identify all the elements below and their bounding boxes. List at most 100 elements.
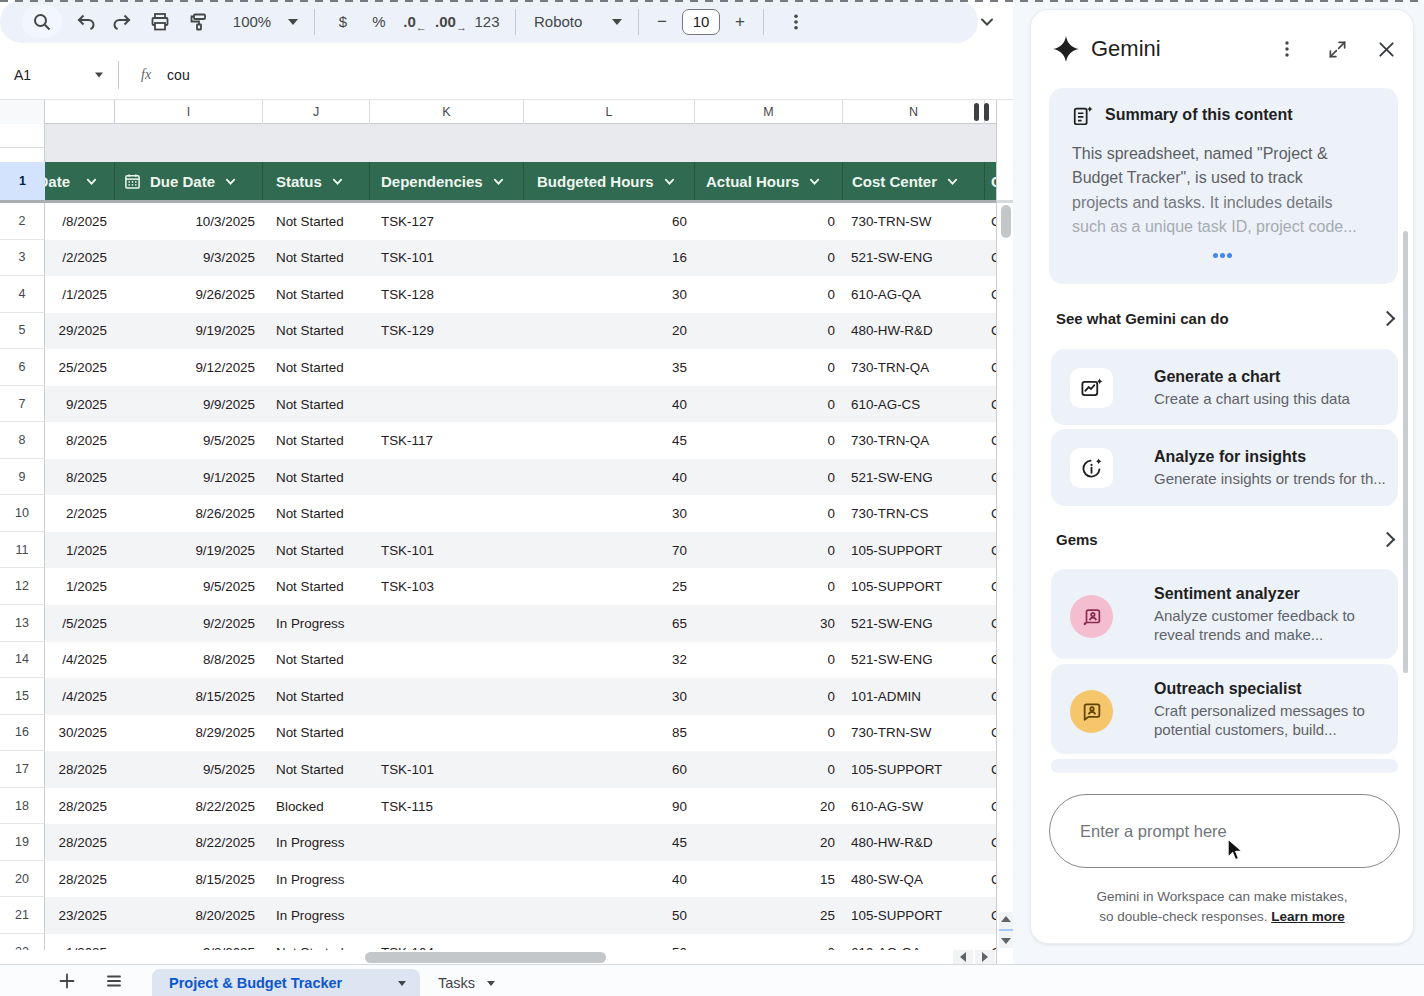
row-number[interactable]: 19 [0, 824, 45, 861]
cell-budgeted-hours[interactable]: 50 [524, 897, 695, 934]
cell-cost-center[interactable]: 480-HW-R&D [843, 824, 985, 861]
cell-status[interactable]: Not Started [263, 240, 370, 277]
cell-cost-center[interactable]: 610-AG-QA [843, 276, 985, 313]
cell-dependencies[interactable]: TSK-103 [370, 568, 524, 605]
cell-extra[interactable]: C [985, 422, 996, 459]
header-actual-hours[interactable]: Actual Hours [695, 162, 843, 200]
table-row[interactable]: 15 /4/2025 8/15/2025 Not Started 30 0 10… [0, 678, 996, 715]
cell-due-date[interactable]: 9/5/2025 [115, 422, 263, 459]
table-row[interactable]: 21 23/2025 8/20/2025 In Progress 50 25 1… [0, 897, 996, 934]
cell-start-date[interactable]: 28/2025 [45, 861, 115, 898]
cell-actual-hours[interactable]: 15 [695, 861, 843, 898]
cell-cost-center[interactable]: 730-TRN-SW [843, 715, 985, 752]
row-number[interactable]: 12 [0, 568, 45, 605]
cell-due-date[interactable]: 8/15/2025 [115, 861, 263, 898]
cell-extra[interactable]: C [985, 861, 996, 898]
cell-actual-hours[interactable]: 0 [695, 934, 843, 950]
expand-panel-icon[interactable] [1326, 38, 1348, 60]
row-number[interactable]: 14 [0, 642, 45, 679]
tab-project-budget-tracker[interactable]: Project & Budget Tracker [152, 969, 420, 996]
cell-budgeted-hours[interactable]: 45 [524, 824, 695, 861]
cell-dependencies[interactable] [370, 678, 524, 715]
cell-cost-center[interactable]: 521-SW-ENG [843, 605, 985, 642]
header-due-date[interactable]: Due Date [115, 162, 263, 200]
cell-budgeted-hours[interactable]: 20 [524, 313, 695, 350]
currency-format-button[interactable]: $ [325, 4, 361, 40]
header-status[interactable]: Status [263, 162, 370, 200]
increase-decimal-button[interactable]: .00→ [433, 4, 469, 40]
horizontal-scrollbar-thumb[interactable] [365, 952, 606, 963]
cell-cost-center[interactable]: 730-TRN-CS [843, 495, 985, 532]
table-row[interactable]: 14 /4/2025 8/8/2025 Not Started 32 0 521… [0, 642, 996, 679]
cell-dependencies[interactable]: TSK-129 [370, 313, 524, 350]
scroll-left-button[interactable] [953, 950, 973, 964]
vertical-scrollbar-thumb[interactable] [1001, 205, 1011, 238]
cell-budgeted-hours[interactable]: 40 [524, 861, 695, 898]
gems-row[interactable]: Gems [1056, 531, 1393, 548]
row-number[interactable]: 4 [0, 276, 45, 313]
panel-scrollbar-thumb[interactable] [1403, 231, 1408, 673]
cell-actual-hours[interactable]: 0 [695, 386, 843, 423]
cell-dependencies[interactable] [370, 861, 524, 898]
cell-start-date[interactable]: /4/2025 [45, 642, 115, 679]
font-size-input[interactable]: 10 [675, 4, 727, 40]
cell-status[interactable]: Not Started [263, 495, 370, 532]
tab-tasks[interactable]: Tasks [428, 969, 505, 996]
decrease-font-size-button[interactable]: − [649, 4, 675, 40]
cell-dependencies[interactable] [370, 642, 524, 679]
row-number[interactable]: 21 [0, 897, 45, 934]
more-options-icon[interactable] [784, 4, 808, 40]
row-number[interactable]: 3 [0, 240, 45, 277]
cell-extra[interactable]: C [985, 459, 996, 496]
row-number[interactable]: 8 [0, 422, 45, 459]
cell-actual-hours[interactable]: 0 [695, 240, 843, 277]
horizontal-scrollbar[interactable] [0, 950, 996, 964]
cell-budgeted-hours[interactable]: 70 [524, 532, 695, 569]
row-number[interactable]: 11 [0, 532, 45, 569]
cell-extra[interactable]: C [985, 349, 996, 386]
cell-budgeted-hours[interactable]: 16 [524, 240, 695, 277]
cell-extra[interactable]: C [985, 642, 996, 679]
cell-actual-hours[interactable]: 0 [695, 459, 843, 496]
cell-due-date[interactable]: 8/22/2025 [115, 788, 263, 825]
font-select[interactable]: Roboto [526, 4, 596, 40]
cell-start-date[interactable]: 28/2025 [45, 788, 115, 825]
row-number[interactable]: 16 [0, 715, 45, 752]
table-row[interactable]: 17 28/2025 9/5/2025 Not Started TSK-101 … [0, 751, 996, 788]
cell-actual-hours[interactable]: 0 [695, 313, 843, 350]
resize-bar-icon[interactable] [974, 103, 979, 121]
cell-start-date[interactable]: 30/2025 [45, 715, 115, 752]
table-row[interactable]: 6 25/2025 9/12/2025 Not Started 35 0 730… [0, 349, 996, 386]
cell-cost-center[interactable]: 610-AG-CS [843, 386, 985, 423]
cell-actual-hours[interactable]: 0 [695, 751, 843, 788]
cell-due-date[interactable]: 10/3/2025 [115, 203, 263, 240]
cell-start-date[interactable]: 25/2025 [45, 349, 115, 386]
cell-due-date[interactable]: 9/26/2025 [115, 276, 263, 313]
close-panel-icon[interactable] [1375, 38, 1397, 60]
table-row[interactable]: 5 29/2025 9/19/2025 Not Started TSK-129 … [0, 313, 996, 350]
table-row[interactable]: 22 1/2025 9/2/2025 Not Started TSK-104 5… [0, 934, 996, 950]
header-extra[interactable]: C [985, 162, 996, 200]
cell-extra[interactable]: C [985, 934, 996, 950]
undo-icon[interactable] [68, 4, 104, 40]
cell-dependencies[interactable]: TSK-128 [370, 276, 524, 313]
table-row[interactable]: 7 9/2025 9/9/2025 Not Started 40 0 610-A… [0, 386, 996, 423]
table-row[interactable]: 2 /8/2025 10/3/2025 Not Started TSK-127 … [0, 203, 996, 240]
header-budgeted-hours[interactable]: Budgeted Hours [524, 162, 695, 200]
cell-start-date[interactable]: 8/2025 [45, 422, 115, 459]
cell-extra[interactable]: C [985, 824, 996, 861]
analyze-insights-card[interactable]: Analyze for insights Generate insights o… [1051, 429, 1398, 506]
vertical-scrollbar[interactable] [996, 100, 1013, 964]
cell-start-date[interactable]: /1/2025 [45, 276, 115, 313]
cell-cost-center[interactable]: 730-TRN-SW [843, 203, 985, 240]
generate-chart-card[interactable]: Generate a chart Create a chart using th… [1051, 349, 1398, 425]
cell-status[interactable]: Not Started [263, 349, 370, 386]
cell-start-date[interactable]: 1/2025 [45, 532, 115, 569]
table-row[interactable]: 4 /1/2025 9/26/2025 Not Started TSK-128 … [0, 276, 996, 313]
cell-due-date[interactable]: 8/8/2025 [115, 642, 263, 679]
cell-extra[interactable]: C [985, 751, 996, 788]
cell-actual-hours[interactable]: 0 [695, 715, 843, 752]
cell-start-date[interactable]: /4/2025 [45, 678, 115, 715]
cell-budgeted-hours[interactable]: 60 [524, 751, 695, 788]
cell-dependencies[interactable] [370, 495, 524, 532]
